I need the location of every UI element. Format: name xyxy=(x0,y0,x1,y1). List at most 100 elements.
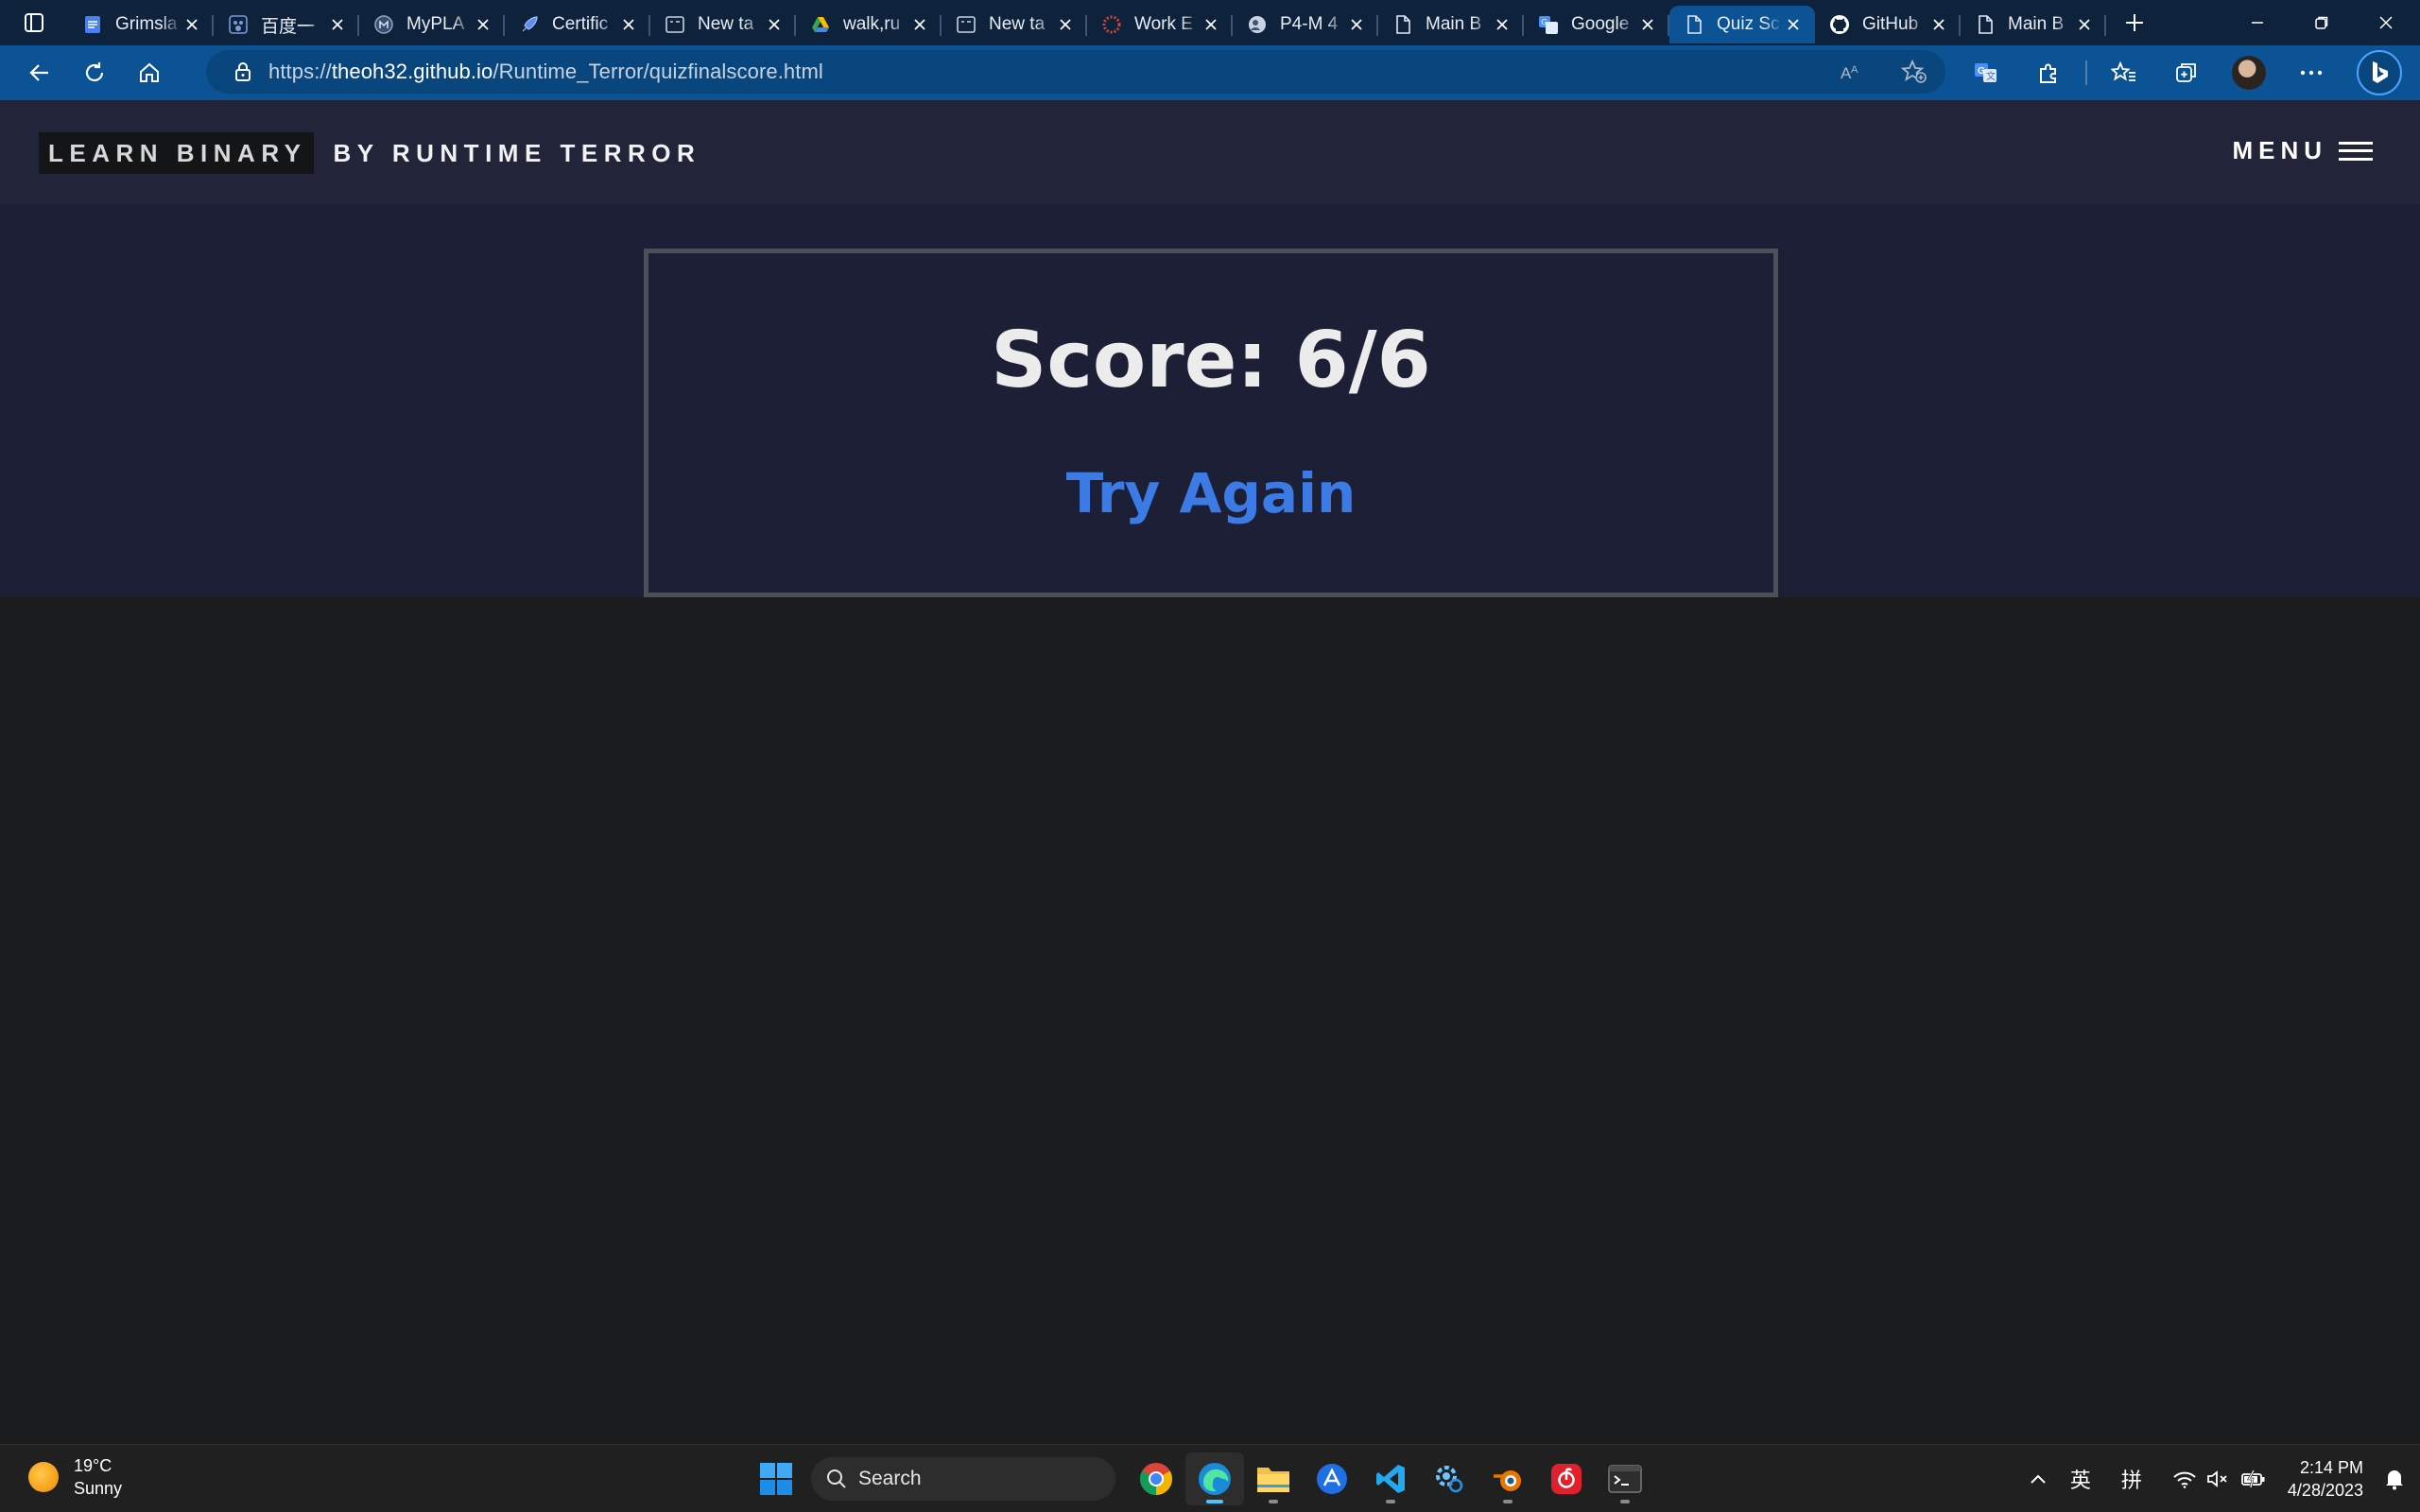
favorites-icon xyxy=(2111,60,2135,81)
running-indicator xyxy=(1503,1500,1512,1503)
browser-tab[interactable]: 百度一 xyxy=(214,6,359,43)
profile-button[interactable] xyxy=(2218,49,2280,96)
settings-more-button[interactable] xyxy=(2280,49,2342,96)
taskbar-file-explorer[interactable] xyxy=(1244,1452,1303,1505)
tab-title: walk,ru xyxy=(843,14,901,34)
site-brand[interactable]: LEARN BINARY BY RUNTIME TERROR xyxy=(39,132,700,174)
browser-tab[interactable]: Main B xyxy=(1378,6,1524,43)
running-indicator xyxy=(1620,1500,1630,1503)
home-button[interactable] xyxy=(122,49,177,96)
close-tab-icon[interactable] xyxy=(1783,14,1804,35)
gear-search-icon xyxy=(1436,1466,1463,1493)
read-aloud-button[interactable]: AA xyxy=(1821,48,1883,95)
active-indicator xyxy=(1206,1500,1223,1503)
back-button[interactable] xyxy=(12,49,67,96)
browser-tab[interactable]: MyPLA xyxy=(359,6,505,43)
browser-tab[interactable]: New ta xyxy=(942,6,1087,43)
volume-muted-icon xyxy=(2207,1470,2227,1487)
svg-text:G: G xyxy=(1978,66,1985,77)
weather-widget[interactable]: 19°C Sunny xyxy=(28,1454,122,1500)
show-hidden-icons-button[interactable] xyxy=(2017,1472,2059,1486)
clock[interactable]: 2:14 PM 4/28/2023 xyxy=(2278,1456,2380,1502)
browser-tab[interactable]: Grimsla xyxy=(68,6,214,43)
refresh-button[interactable] xyxy=(67,49,122,96)
taskbar-chrome[interactable] xyxy=(1127,1452,1185,1505)
taskbar-edge[interactable] xyxy=(1185,1452,1244,1505)
close-tab-icon[interactable] xyxy=(909,14,930,35)
browser-tab[interactable]: walk,ru xyxy=(796,6,942,43)
url-scheme: https:// xyxy=(268,60,332,83)
document-icon xyxy=(1392,13,1414,36)
browser-tab[interactable]: Certific xyxy=(505,6,650,43)
folder-icon xyxy=(1257,1468,1289,1492)
browser-tab[interactable]: P4-M 4 xyxy=(1233,6,1378,43)
close-tab-icon[interactable] xyxy=(764,14,785,35)
tab-title: Work E xyxy=(1134,14,1193,34)
tab-title: New ta xyxy=(989,14,1046,34)
try-again-link[interactable]: Try Again xyxy=(648,461,1773,525)
browser-tab[interactable]: G Google xyxy=(1524,6,1669,43)
quick-settings-button[interactable] xyxy=(2161,1469,2278,1488)
close-tab-icon[interactable] xyxy=(1492,14,1512,35)
taskbar-search[interactable]: Search xyxy=(811,1457,1115,1501)
notifications-button[interactable] xyxy=(2380,1468,2420,1490)
browser-tab[interactable]: Main B xyxy=(1961,6,2106,43)
new-tab-button[interactable] xyxy=(2112,0,2157,45)
brand-title: LEARN BINARY xyxy=(39,132,315,174)
tab-title: New ta xyxy=(698,14,754,34)
ime-mode[interactable]: 拼 xyxy=(2102,1464,2161,1494)
tab-title: Grimsla xyxy=(115,14,178,34)
github-icon xyxy=(1828,13,1851,36)
taskbar-terminal[interactable] xyxy=(1596,1452,1654,1505)
battery-charging-icon xyxy=(2241,1469,2265,1488)
restore-icon xyxy=(2315,16,2328,29)
edge-icon xyxy=(1199,1463,1231,1495)
browser-tab[interactable]: Work E xyxy=(1087,6,1233,43)
tab-actions-icon xyxy=(25,13,43,32)
taskbar-gear-app[interactable] xyxy=(1420,1452,1478,1505)
close-tab-icon[interactable] xyxy=(327,14,348,35)
taskbar-vscode[interactable] xyxy=(1361,1452,1420,1505)
close-tab-icon[interactable] xyxy=(1201,14,1221,35)
url-text[interactable]: https://theoh32.github.io/Runtime_Terror… xyxy=(268,60,823,84)
tab-title: Google xyxy=(1571,14,1630,34)
ime-language[interactable]: 英 xyxy=(2059,1464,2102,1494)
google-translate-icon: G xyxy=(1537,13,1560,36)
tab-title: 百度一 xyxy=(261,16,316,37)
extensions-button[interactable] xyxy=(2017,49,2080,96)
browser-tab[interactable]: New ta xyxy=(650,6,796,43)
restore-button[interactable] xyxy=(2290,0,2354,45)
close-tab-icon[interactable] xyxy=(1928,14,1949,35)
close-window-button[interactable] xyxy=(2354,0,2418,45)
star-add-icon xyxy=(1901,60,1927,83)
tab-actions-button[interactable] xyxy=(0,0,68,45)
browser-tab[interactable]: GitHub xyxy=(1815,6,1961,43)
clock-date: 4/28/2023 xyxy=(2287,1481,2363,1500)
close-tab-icon[interactable] xyxy=(1055,14,1076,35)
address-bar[interactable]: https://theoh32.github.io/Runtime_Terror… xyxy=(206,50,1945,94)
close-tab-icon[interactable] xyxy=(1346,14,1367,35)
close-tab-icon[interactable] xyxy=(473,14,493,35)
close-tab-icon[interactable] xyxy=(1637,14,1658,35)
close-tab-icon[interactable] xyxy=(618,14,639,35)
start-button[interactable] xyxy=(747,1452,805,1505)
read-aloud-icon: AA xyxy=(1841,64,1858,82)
brand-subtitle: BY RUNTIME TERROR xyxy=(333,138,701,167)
lock-icon[interactable] xyxy=(217,61,268,82)
translate-button[interactable]: G文 xyxy=(1955,49,2017,96)
taskbar-app-blue[interactable] xyxy=(1303,1452,1361,1505)
bing-copilot-button[interactable] xyxy=(2357,50,2402,95)
close-tab-icon[interactable] xyxy=(182,14,202,35)
close-tab-icon[interactable] xyxy=(2074,14,2095,35)
myplan-icon xyxy=(372,13,395,36)
add-favorite-button[interactable] xyxy=(1883,48,1945,95)
collections-button[interactable] xyxy=(2155,49,2218,96)
browser-tab[interactable]: Quiz Sc xyxy=(1669,6,1815,43)
taskbar-blender[interactable] xyxy=(1478,1452,1537,1505)
favorites-button[interactable] xyxy=(2093,49,2155,96)
minimize-button[interactable] xyxy=(2225,0,2290,45)
taskbar-netease-music[interactable] xyxy=(1537,1452,1596,1505)
drive-icon xyxy=(809,13,832,36)
taskbar: 19°C Sunny Search 英 拼 2:14 PM 4/28/2023 xyxy=(0,1444,2420,1512)
menu-button[interactable]: MENU xyxy=(2232,136,2373,165)
